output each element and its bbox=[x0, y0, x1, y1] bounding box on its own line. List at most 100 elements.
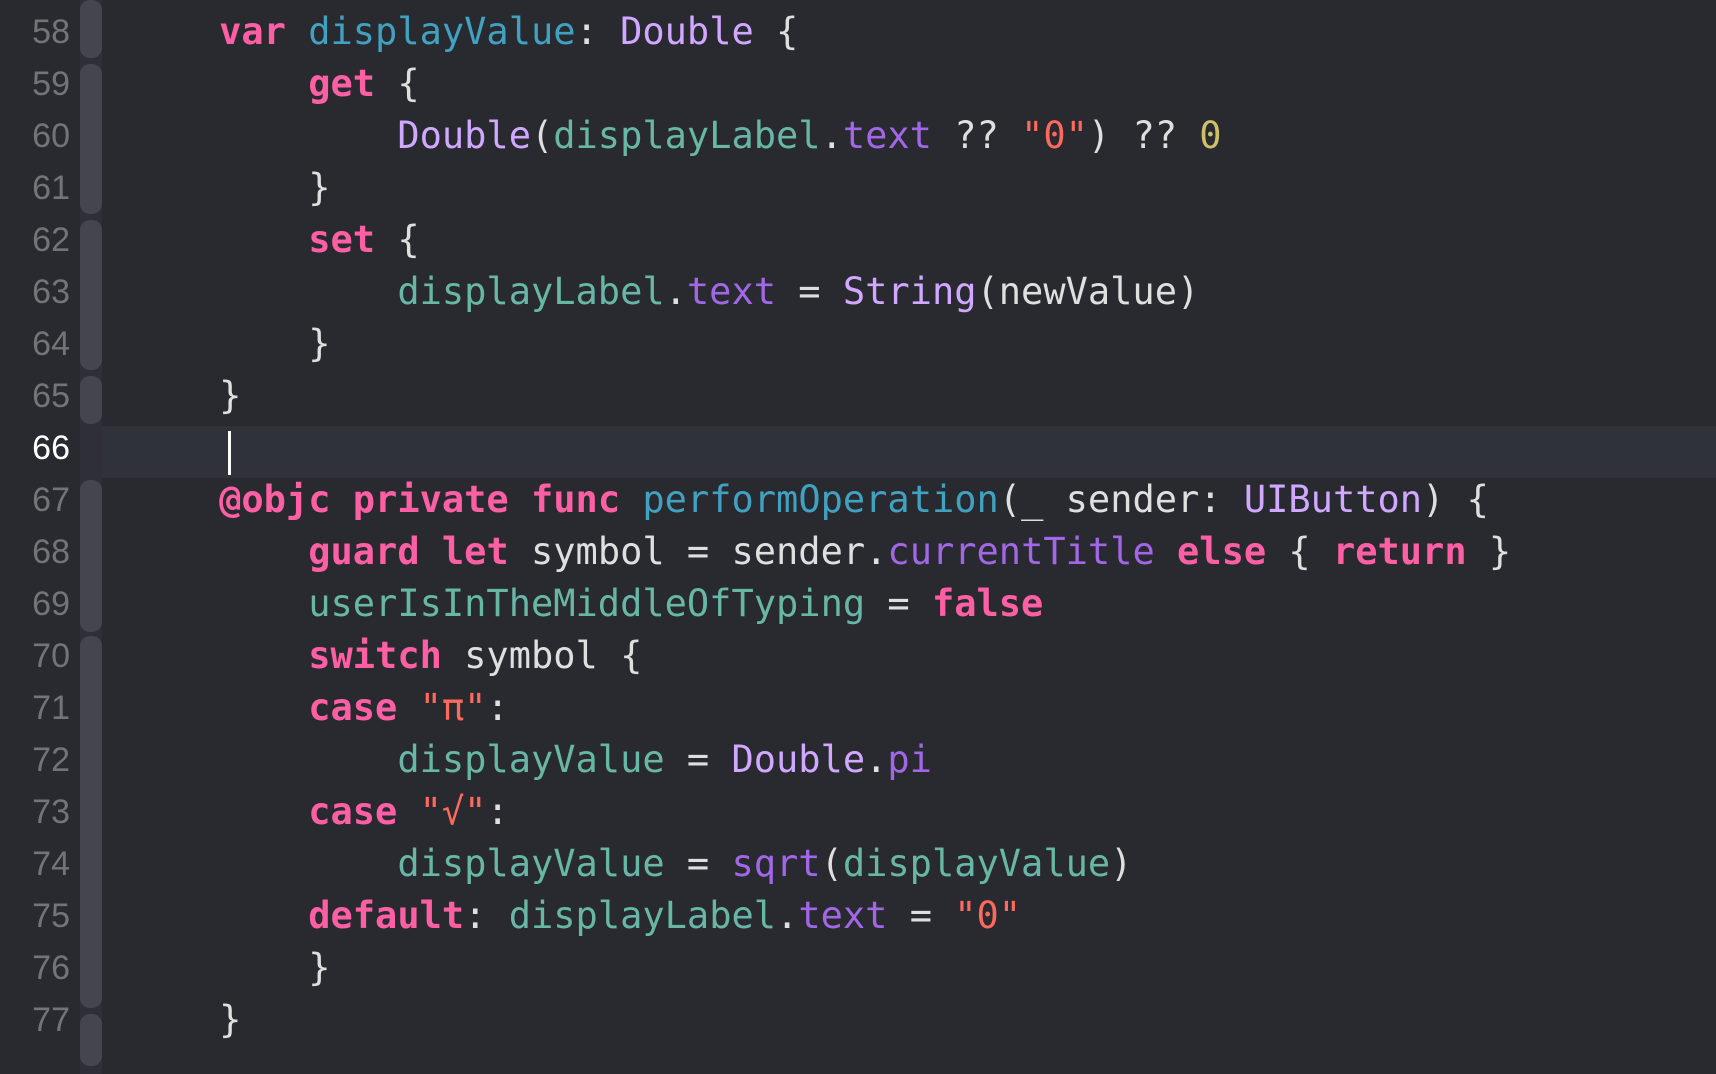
code-token: . bbox=[865, 738, 888, 781]
code-text[interactable]: } bbox=[130, 994, 241, 1046]
code-text[interactable]: displayValue = sqrt(displayValue) bbox=[130, 838, 1132, 890]
code-token: } bbox=[1466, 530, 1512, 573]
line-number: 68 bbox=[32, 533, 70, 571]
code-token: text bbox=[798, 894, 888, 937]
code-token: Double bbox=[620, 10, 754, 53]
code-token: { bbox=[375, 62, 420, 105]
code-token: String bbox=[842, 270, 977, 313]
code-text[interactable]: guard let symbol = sender.currentTitle e… bbox=[130, 526, 1511, 578]
code-token: var bbox=[219, 10, 286, 53]
code-token: private bbox=[352, 478, 509, 521]
code-text[interactable]: var displayValue: Double { bbox=[130, 6, 798, 58]
line-number: 63 bbox=[32, 273, 70, 311]
code-token: . bbox=[664, 270, 687, 313]
code-token: ?? bbox=[931, 114, 1022, 157]
code-token: ( bbox=[530, 114, 554, 157]
code-token: displayLabel bbox=[508, 894, 777, 937]
code-token: case bbox=[308, 790, 398, 833]
code-token: { bbox=[1266, 530, 1333, 573]
code-token: symbol = sender. bbox=[508, 530, 888, 573]
code-editor[interactable]: 58 var displayValue: Double {59 get {60 … bbox=[0, 0, 1716, 1074]
code-token: { bbox=[375, 218, 420, 261]
line-number: 66 bbox=[32, 429, 70, 467]
line-number: 60 bbox=[32, 117, 70, 155]
code-text[interactable]: @objc private func performOperation(_ se… bbox=[130, 474, 1489, 526]
code-text[interactable]: } bbox=[130, 942, 330, 994]
code-token: "π" bbox=[419, 686, 487, 729]
code-token: displayValue bbox=[397, 738, 665, 781]
fold-segment[interactable] bbox=[80, 0, 102, 58]
line-number: 74 bbox=[32, 845, 70, 883]
code-token: "0" bbox=[1021, 114, 1088, 157]
code-token: text bbox=[686, 270, 777, 313]
code-token: = bbox=[664, 842, 732, 885]
line-number: 75 bbox=[32, 897, 70, 935]
code-text[interactable]: default: displayLabel.text = "0" bbox=[130, 890, 1021, 942]
line-number: 72 bbox=[32, 741, 70, 779]
fold-segment[interactable] bbox=[80, 480, 102, 632]
code-token: "0" bbox=[954, 894, 1022, 937]
fold-segment[interactable] bbox=[80, 220, 102, 370]
code-token: } bbox=[130, 998, 242, 1041]
line-number: 65 bbox=[32, 377, 70, 415]
line-number: 67 bbox=[32, 481, 70, 519]
code-text[interactable]: } bbox=[130, 318, 330, 370]
code-token: } bbox=[130, 374, 242, 417]
fold-segment[interactable] bbox=[80, 636, 102, 1008]
fold-segment[interactable] bbox=[80, 376, 102, 424]
code-token: set bbox=[308, 218, 376, 261]
fold-segment[interactable] bbox=[80, 64, 102, 214]
code-text[interactable]: Double(displayLabel.text ?? "0") ?? 0 bbox=[130, 110, 1222, 162]
code-text[interactable]: userIsInTheMiddleOfTyping = false bbox=[130, 578, 1043, 630]
code-token: (_ sender: bbox=[998, 478, 1244, 521]
code-token: Double bbox=[731, 738, 866, 781]
code-token: "√" bbox=[419, 790, 487, 833]
code-token: ( bbox=[820, 842, 843, 885]
code-text[interactable]: } bbox=[130, 370, 241, 422]
code-text[interactable]: switch symbol { bbox=[130, 630, 642, 682]
code-text[interactable]: displayLabel.text = String(newValue) bbox=[130, 266, 1199, 318]
code-text[interactable]: case "√": bbox=[130, 786, 509, 838]
code-token: performOperation bbox=[642, 478, 999, 521]
code-token: 0 bbox=[1199, 114, 1222, 157]
code-token: = bbox=[887, 894, 955, 937]
line-number: 64 bbox=[32, 325, 70, 363]
line-number: 61 bbox=[32, 169, 70, 207]
fold-segment[interactable] bbox=[80, 1014, 102, 1066]
code-token: { bbox=[753, 10, 799, 53]
code-token: Double bbox=[397, 114, 531, 157]
line-number: 69 bbox=[32, 585, 70, 623]
code-text[interactable]: set { bbox=[130, 214, 420, 266]
code-token: text bbox=[842, 114, 932, 157]
code-text[interactable]: displayValue = Double.pi bbox=[130, 734, 932, 786]
line-number: 76 bbox=[32, 949, 70, 987]
code-token: ) { bbox=[1422, 478, 1489, 521]
code-token: case bbox=[308, 686, 398, 729]
code-token: . bbox=[820, 114, 843, 157]
code-token: displayLabel bbox=[397, 270, 665, 313]
code-token: = bbox=[776, 270, 843, 313]
code-token: false bbox=[931, 582, 1044, 625]
code-token: (newValue) bbox=[976, 270, 1200, 313]
code-text[interactable]: get { bbox=[130, 58, 420, 110]
code-text[interactable]: case "π": bbox=[130, 682, 509, 734]
code-token: guard bbox=[308, 530, 420, 573]
code-token: : bbox=[575, 10, 621, 53]
code-token: pi bbox=[887, 738, 932, 781]
code-text[interactable]: } bbox=[130, 162, 330, 214]
